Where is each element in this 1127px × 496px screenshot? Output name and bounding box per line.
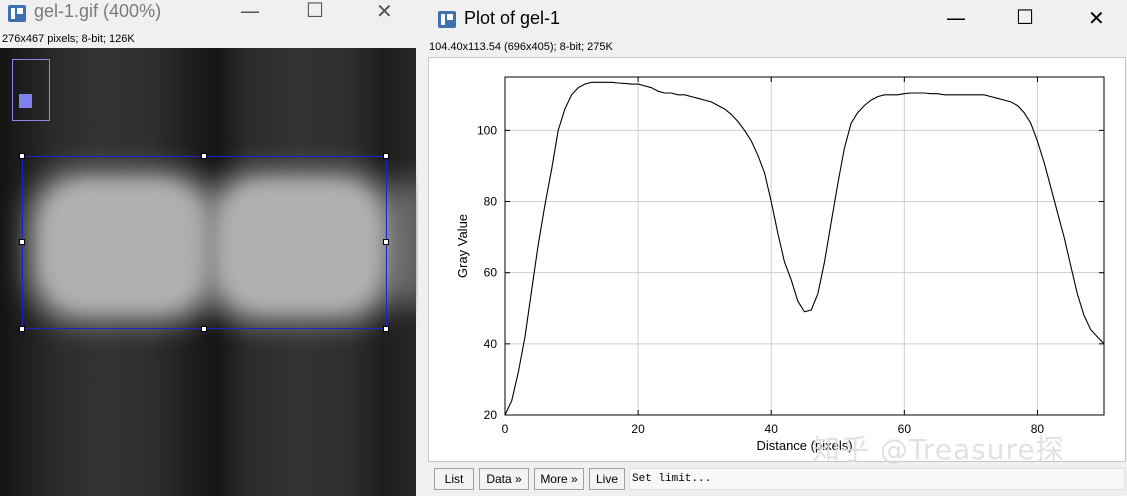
live-button[interactable]: Live bbox=[589, 468, 625, 490]
watermark: 知乎 @Treasure探 bbox=[812, 433, 1065, 466]
y-tick-label: 100 bbox=[477, 123, 497, 137]
image-canvas[interactable] bbox=[0, 48, 432, 496]
minimize-icon: — bbox=[946, 6, 966, 30]
roi-handle-n[interactable] bbox=[201, 153, 207, 159]
roi-handle-nw[interactable] bbox=[19, 153, 25, 159]
roi-handle-ne[interactable] bbox=[383, 153, 389, 159]
close-button[interactable]: ✕ bbox=[366, 0, 406, 26]
x-tick-label: 20 bbox=[631, 422, 645, 436]
y-tick-label: 60 bbox=[484, 266, 498, 280]
roi-handle-s[interactable] bbox=[201, 326, 207, 332]
close-icon: ✕ bbox=[376, 0, 393, 23]
minimize-button[interactable]: — bbox=[936, 6, 976, 32]
image-window-titlebar[interactable]: gel-1.gif (400%) — ☐ ✕ bbox=[0, 0, 418, 26]
roi-rectangle[interactable] bbox=[22, 156, 387, 329]
plot-window: Plot of gel-1 — ☐ ✕ 104.40x113.54 (696x4… bbox=[418, 0, 1127, 496]
navigator-box[interactable] bbox=[12, 59, 50, 121]
image-window: gel-1.gif (400%) — ☐ ✕ 276x467 pixels; 8… bbox=[0, 0, 432, 496]
y-tick-label: 80 bbox=[484, 195, 498, 209]
roi-handle-sw[interactable] bbox=[19, 326, 25, 332]
y-tick-label: 40 bbox=[484, 337, 498, 351]
plot-window-titlebar[interactable]: Plot of gel-1 — ☐ ✕ bbox=[418, 0, 1127, 38]
imagej-icon bbox=[8, 5, 26, 22]
maximize-icon: ☐ bbox=[1016, 5, 1034, 29]
plot-window-title: Plot of gel-1 bbox=[464, 8, 561, 28]
roi-handle-e[interactable] bbox=[383, 239, 389, 245]
plot-canvas[interactable]: 0 20 40 60 80 20 40 60 80 100 Distance (pixels) Gra… bbox=[428, 57, 1126, 462]
data-button[interactable]: Data » bbox=[479, 468, 529, 490]
x-tick-label: 40 bbox=[765, 422, 779, 436]
imagej-icon bbox=[438, 11, 456, 28]
minimize-button[interactable]: — bbox=[230, 0, 270, 26]
more-button[interactable]: More » bbox=[534, 468, 584, 490]
list-button[interactable]: List bbox=[434, 468, 474, 490]
image-info: 276x467 pixels; 8-bit; 126K bbox=[2, 33, 135, 45]
profile-line bbox=[504, 81, 1105, 416]
maximize-button[interactable]: ☐ bbox=[1008, 5, 1048, 32]
plot-info: 104.40x113.54 (696x405); 8-bit; 275K bbox=[429, 41, 613, 53]
roi-handle-se[interactable] bbox=[383, 326, 389, 332]
maximize-button[interactable]: ☐ bbox=[296, 0, 336, 26]
image-window-title: gel-1.gif (400%) bbox=[34, 1, 162, 21]
y-axis-label: Gray Value bbox=[455, 214, 470, 278]
status-field: Set limit... bbox=[629, 468, 1125, 490]
close-icon: ✕ bbox=[1088, 6, 1105, 30]
close-button[interactable]: ✕ bbox=[1080, 6, 1120, 32]
maximize-icon: ☐ bbox=[306, 0, 324, 22]
roi-handle-w[interactable] bbox=[19, 239, 25, 245]
x-tick-label: 0 bbox=[502, 422, 509, 436]
minimize-icon: — bbox=[240, 0, 260, 23]
navigator-viewport[interactable] bbox=[19, 94, 32, 108]
profile-plot: 0 20 40 60 8020406080100Distance (pixels)Gra… bbox=[455, 76, 1105, 453]
y-tick-label: 20 bbox=[484, 408, 498, 422]
plot-frame bbox=[504, 76, 1105, 416]
plot-toolbar: List Data » More » Live Set limit... bbox=[428, 466, 1125, 492]
